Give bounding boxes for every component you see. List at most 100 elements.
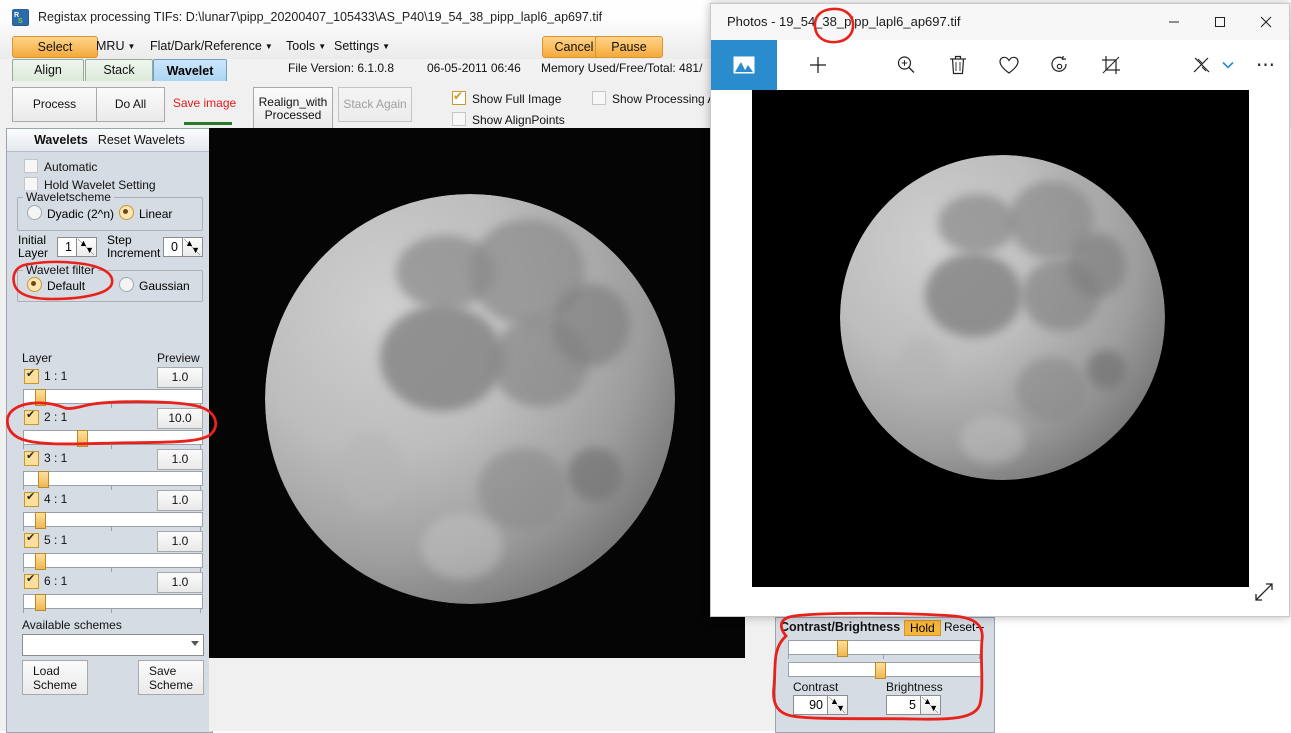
- save-scheme-button[interactable]: Save Scheme: [138, 660, 204, 695]
- layer-1-checkbox[interactable]: [24, 367, 39, 384]
- contrast-slider[interactable]: [788, 640, 982, 657]
- chevron-down-icon: [191, 641, 199, 646]
- initial-layer-stepper[interactable]: 1 ▲ ▼: [57, 237, 97, 257]
- chevron-down-icon: ▼: [264, 42, 273, 51]
- menu-mru-label: MRU: [96, 39, 125, 53]
- contrast-value[interactable]: 90: [793, 695, 827, 715]
- photos-image-view[interactable]: [752, 90, 1249, 587]
- layer-5-preview-value[interactable]: 1.0: [157, 531, 203, 552]
- brightness-slider[interactable]: [788, 662, 982, 679]
- menu-mru[interactable]: MRU ▼: [88, 36, 143, 56]
- zoom-icon-button[interactable]: [884, 40, 928, 90]
- layer-3-checkbox[interactable]: [24, 449, 39, 466]
- show-processing-area-checkbox[interactable]: Show Processing Ar: [592, 91, 711, 106]
- stepper-down-icon[interactable]: ▼: [929, 704, 938, 713]
- fullscreen-icon-button[interactable]: [1253, 581, 1275, 606]
- layer-3-label: 3 : 1: [44, 451, 68, 465]
- pause-button[interactable]: Pause: [595, 36, 663, 58]
- load-scheme-button[interactable]: Load Scheme: [22, 660, 88, 695]
- layer-4-checkbox[interactable]: [24, 490, 39, 507]
- step-increment-stepper[interactable]: 0 ▲ ▼: [163, 237, 203, 257]
- layer-5-slider[interactable]: [23, 553, 203, 570]
- stepper-arrows[interactable]: ▲ ▼: [920, 695, 941, 715]
- layer-2-preview-value[interactable]: 10.0: [157, 408, 203, 429]
- stepper-arrows[interactable]: ▲ ▼: [182, 237, 203, 257]
- rotate-icon-button[interactable]: [1038, 40, 1082, 90]
- layer-3-preview-value[interactable]: 1.0: [157, 449, 203, 470]
- layer-4-preview-value[interactable]: 1.0: [157, 490, 203, 511]
- layer-4-slider[interactable]: [23, 512, 203, 529]
- stack-again-button[interactable]: Stack Again: [338, 87, 412, 122]
- show-alignpoints-checkbox[interactable]: Show AlignPoints: [452, 112, 565, 127]
- add-icon-button[interactable]: [796, 40, 840, 90]
- radio-linear[interactable]: Linear: [119, 205, 172, 221]
- zoom-icon: [897, 56, 915, 73]
- tab-wavelet[interactable]: Wavelet: [153, 59, 227, 82]
- hold-button[interactable]: Hold: [904, 620, 941, 636]
- automatic-checkbox[interactable]: Automatic: [24, 159, 97, 174]
- stepper-down-icon[interactable]: ▼: [191, 246, 200, 255]
- stepper-arrows[interactable]: ▲ ▼: [827, 695, 848, 715]
- layer-1-preview-value[interactable]: 1.0: [157, 367, 203, 388]
- status-memory: Memory Used/Free/Total: 481/: [541, 61, 703, 75]
- layer-5-checkbox[interactable]: [24, 531, 39, 548]
- process-button[interactable]: Process: [12, 87, 97, 122]
- do-all-button[interactable]: Do All: [96, 87, 165, 122]
- slider-thumb[interactable]: [875, 662, 887, 679]
- layer-6-preview-value[interactable]: 1.0: [157, 572, 203, 593]
- radio-default[interactable]: Default: [27, 277, 85, 293]
- brightness-stepper[interactable]: 5 ▲ ▼: [886, 695, 941, 715]
- menu-settings[interactable]: Settings ▼: [326, 36, 398, 56]
- contrast-stepper[interactable]: 90 ▲ ▼: [793, 695, 848, 715]
- minimize-button[interactable]: –: [976, 618, 984, 634]
- chevron-down-icon-button[interactable]: [1216, 40, 1240, 90]
- registax-image-canvas[interactable]: [209, 128, 745, 658]
- delete-icon: [950, 55, 966, 75]
- stepper-down-icon[interactable]: ▼: [836, 704, 845, 713]
- layer-6-slider[interactable]: [23, 594, 203, 611]
- step-increment-value[interactable]: 0: [163, 237, 182, 257]
- available-schemes-dropdown[interactable]: [22, 634, 204, 656]
- picture-icon-button[interactable]: [711, 40, 777, 90]
- crop-icon-button[interactable]: [1089, 40, 1133, 90]
- reset-wavelets-button[interactable]: Reset Wavelets: [98, 133, 185, 147]
- radio-gaussian[interactable]: Gaussian: [119, 277, 190, 293]
- main-window-background-bottom: [993, 617, 1291, 731]
- more-icon-button[interactable]: ⋯: [1247, 40, 1285, 90]
- stepper-arrows[interactable]: ▲ ▼: [76, 237, 97, 257]
- layer-1-slider[interactable]: [23, 389, 203, 406]
- delete-icon-button[interactable]: [936, 40, 980, 90]
- save-image-button[interactable]: Save image: [166, 87, 243, 120]
- radio-dyadic[interactable]: Dyadic (2^n): [27, 205, 114, 221]
- menu-tools-label: Tools: [286, 39, 316, 53]
- menu-flat-dark-reference[interactable]: Flat/Dark/Reference ▼: [142, 36, 281, 56]
- stepper-down-icon[interactable]: ▼: [85, 246, 94, 255]
- maximize-icon: [1215, 17, 1225, 27]
- realign-with-processed-button[interactable]: Realign_with Processed: [253, 87, 333, 130]
- layer-6-checkbox[interactable]: [24, 572, 39, 589]
- layer-2-checkbox[interactable]: [24, 408, 39, 425]
- wavelets-title: Wavelets: [34, 133, 88, 147]
- photos-minimize-button[interactable]: [1151, 4, 1197, 40]
- tab-align[interactable]: Align: [12, 59, 84, 81]
- layer-4-label: 4 : 1: [44, 492, 68, 506]
- wavelets-panel: Wavelets Reset Wavelets Automatic Hold W…: [6, 128, 213, 733]
- checkbox-box: [452, 89, 466, 105]
- photos-close-button[interactable]: [1243, 4, 1289, 40]
- mare-region: [1015, 356, 1087, 422]
- brightness-value[interactable]: 5: [886, 695, 920, 715]
- tab-stack[interactable]: Stack: [85, 59, 153, 81]
- show-full-image-checkbox[interactable]: Show Full Image: [452, 89, 561, 106]
- layer-3-slider[interactable]: [23, 471, 203, 488]
- layer-2-slider[interactable]: [23, 430, 203, 447]
- photos-titlebar[interactable]: Photos - 19_54_38_pipp_lapl6_ap697.tif: [711, 4, 1289, 40]
- favorite-icon-button[interactable]: [987, 40, 1031, 90]
- show-processing-area-label: Show Processing Ar: [612, 92, 711, 106]
- photos-maximize-button[interactable]: [1197, 4, 1243, 40]
- reset-button[interactable]: Reset: [944, 620, 975, 634]
- select-button[interactable]: Select: [12, 36, 98, 58]
- fullscreen-icon: [1255, 583, 1273, 601]
- initial-layer-value[interactable]: 1: [57, 237, 76, 257]
- registax-canvas-bottom-strip: [209, 658, 745, 731]
- highland-region: [895, 337, 948, 402]
